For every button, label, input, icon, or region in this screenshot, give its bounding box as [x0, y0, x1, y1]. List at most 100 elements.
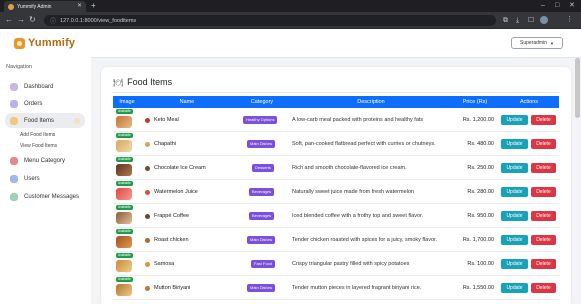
update-button[interactable]: Update — [501, 163, 528, 173]
update-button[interactable]: Update — [501, 139, 528, 149]
forward-icon[interactable]: → — [17, 15, 25, 25]
food-image — [116, 140, 132, 152]
food-description: A low-carb meal packed with proteins and… — [292, 117, 424, 123]
sidebar-subitem-view-food-items[interactable]: View Food Items — [20, 143, 57, 149]
menu-category-icon — [10, 156, 18, 165]
minimize-icon[interactable]: – — [541, 1, 545, 10]
food-price: Rs. 250.00 — [467, 165, 494, 171]
food-image — [116, 188, 132, 200]
food-price: Rs. 100.00 — [467, 261, 494, 267]
delete-button[interactable]: Delete — [531, 115, 556, 125]
extensions-icon[interactable]: ⧉ — [503, 16, 508, 25]
food-image — [116, 236, 132, 248]
page-scrollbar[interactable] — [575, 58, 580, 118]
available-badge: Available — [116, 133, 133, 138]
update-button[interactable]: Update — [501, 283, 528, 293]
category-badge: Beverages — [249, 212, 275, 220]
delete-button[interactable]: Delete — [531, 187, 556, 197]
main-content: Superadmin ▼ 🍽 Food Items Image Name Cat… — [91, 29, 581, 304]
download-icon[interactable]: ⤓ — [516, 16, 519, 25]
user-menu-label: Superadmin — [520, 40, 547, 46]
food-icon — [145, 189, 150, 195]
reload-icon[interactable]: ↻ — [29, 15, 36, 25]
food-price: Rs. 280.00 — [467, 189, 494, 195]
delete-button[interactable]: Delete — [531, 235, 556, 245]
food-icon — [145, 117, 150, 123]
sidebar-item-label: Orders — [24, 100, 43, 107]
orders-icon — [10, 99, 18, 108]
update-button[interactable]: Update — [501, 259, 528, 269]
address-url[interactable]: 127.0.0.1:8000/view_fooditems — [60, 18, 136, 24]
sidebar-item-users[interactable]: Users — [5, 171, 85, 186]
bookmark-icon[interactable]: ☐ — [528, 16, 534, 25]
food-image — [116, 212, 132, 224]
column-header-category: Category — [250, 99, 274, 105]
delete-button[interactable]: Delete — [531, 283, 556, 293]
available-badge: Available — [116, 229, 133, 234]
address-bar[interactable]: ⓘ 127.0.0.1:8000/view_fooditems — [44, 15, 496, 26]
food-name: Mutton Biriyani — [154, 285, 191, 291]
app-logo[interactable]: Yummify — [14, 37, 75, 49]
column-header-price: Price (Rs) — [462, 99, 488, 105]
food-icon — [145, 213, 150, 219]
column-header-name: Name — [179, 99, 195, 105]
back-icon[interactable]: ← — [5, 15, 13, 25]
sidebar-item-customer-messages[interactable]: Customer Messages — [5, 189, 85, 204]
food-items-card: 🍽 Food Items Image Name Category Descrip… — [101, 67, 571, 304]
sidebar-item-label: Customer Messages — [24, 193, 80, 200]
update-button[interactable]: Update — [501, 187, 528, 197]
new-tab-icon[interactable]: + — [91, 1, 96, 10]
browser-menu-icon[interactable]: ⋮ — [566, 15, 573, 25]
available-badge: Available — [116, 277, 133, 282]
category-badge: Beverages — [249, 188, 275, 196]
top-bar: Superadmin ▼ — [91, 29, 581, 58]
available-badge: Available — [116, 157, 133, 162]
sidebar-subitem-add-food-items[interactable]: Add Food Items — [20, 132, 55, 138]
delete-button[interactable]: Delete — [531, 259, 556, 269]
page-title-text: Food Items — [127, 77, 173, 87]
available-badge: Available — [116, 181, 133, 186]
nav-heading: Navigation — [6, 64, 32, 70]
category-badge: Healthy Options — [243, 116, 278, 124]
update-button[interactable]: Update — [501, 235, 528, 245]
browser-tab[interactable]: Yummify Admin ✕ — [4, 1, 86, 12]
divider — [113, 92, 559, 93]
logo-text: Yummify — [28, 37, 76, 49]
table-row: Available Watermelon Juice Beverages Nat… — [113, 180, 559, 204]
sidebar-item-orders[interactable]: Orders — [5, 96, 85, 111]
food-image — [116, 116, 132, 128]
cutlery-icon: 🍽 — [113, 77, 124, 87]
food-description: Naturally sweet juice made from fresh wa… — [292, 189, 414, 195]
food-description: Crispy triangular pastry filled with spi… — [292, 261, 410, 267]
delete-button[interactable]: Delete — [531, 211, 556, 221]
available-badge: Available — [116, 109, 133, 114]
food-icon — [145, 141, 150, 147]
table-row: Available Samosa Fast Food Crispy triang… — [113, 252, 559, 276]
browser-tab-bar: Yummify Admin ✕ + – □ ✕ — [0, 0, 581, 12]
dashboard-icon — [10, 82, 18, 91]
sidebar-item-menu-category[interactable]: Menu Category — [5, 153, 85, 168]
delete-button[interactable]: Delete — [531, 139, 556, 149]
sidebar-item-dashboard[interactable]: Dashboard — [5, 79, 85, 94]
update-button[interactable]: Update — [501, 211, 528, 221]
food-icon — [145, 285, 150, 291]
table-row: Available Chapathi Main Dishes Soft, pan… — [113, 132, 559, 156]
users-icon — [10, 174, 18, 183]
site-info-icon[interactable]: ⓘ — [50, 16, 56, 25]
sidebar-item-food-items[interactable]: Food Items — [5, 113, 85, 128]
column-header-description: Description — [357, 99, 385, 105]
food-description: Rich and smooth chocolate-flavored ice c… — [292, 165, 407, 171]
food-icon — [145, 261, 150, 267]
chevron-down-icon: ▼ — [550, 40, 554, 46]
favicon-icon — [8, 3, 14, 10]
close-window-icon[interactable]: ✕ — [569, 1, 575, 10]
close-tab-icon[interactable]: ✕ — [77, 3, 82, 9]
column-header-actions: Actions — [519, 99, 539, 105]
maximize-icon[interactable]: □ — [555, 1, 559, 10]
delete-button[interactable]: Delete — [531, 163, 556, 173]
user-menu-button[interactable]: Superadmin ▼ — [511, 37, 563, 49]
profile-avatar-icon[interactable] — [540, 16, 548, 24]
food-name: Samosa — [154, 261, 175, 267]
update-button[interactable]: Update — [501, 115, 528, 125]
table-row: Available Roast chicken Main Dishes Tend… — [113, 228, 559, 252]
